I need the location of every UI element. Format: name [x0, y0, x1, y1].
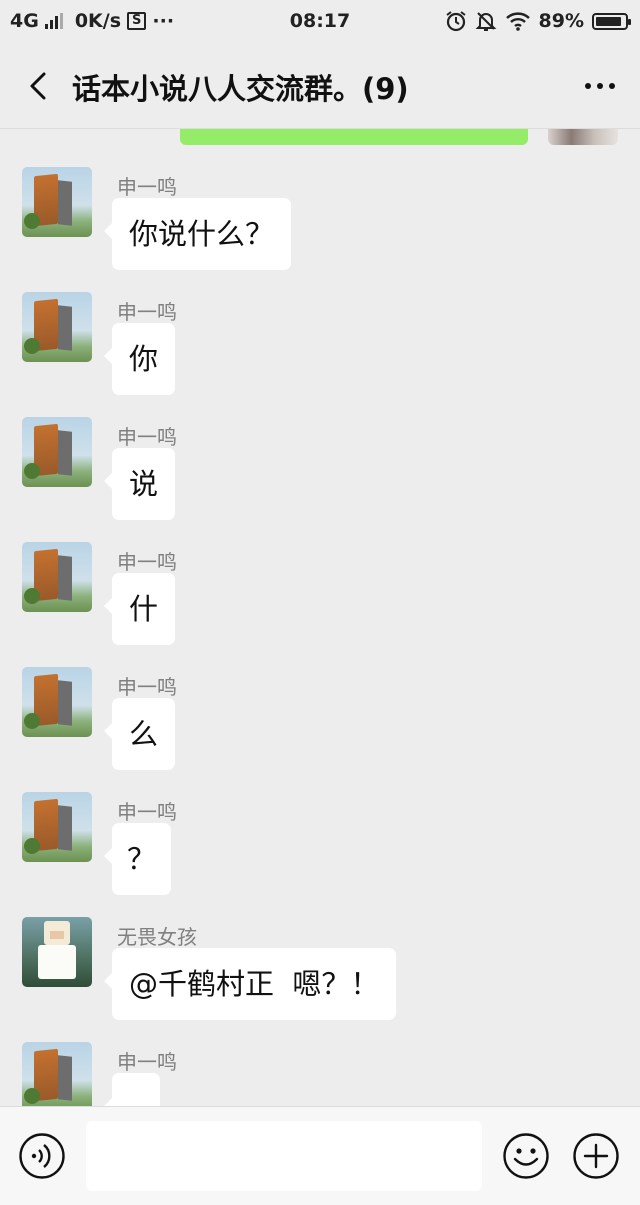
- avatar[interactable]: [22, 292, 92, 362]
- message-bubble[interactable]: @千鹤村正 嗯？！: [103, 948, 397, 1020]
- battery-percent: 89%: [538, 10, 584, 32]
- avatar[interactable]: [22, 542, 92, 612]
- chat-messages[interactable]: 申一鸣 你说什么？ 申一鸣 你 申一鸣 说 申一鸣 什 申一鸣 么 申一鸣 ？ …: [0, 129, 640, 1106]
- chat-header: 话本小说八人交流群。(9): [0, 44, 640, 129]
- avatar[interactable]: [22, 1042, 92, 1106]
- sender-name: 申一鸣: [117, 425, 177, 449]
- message-input[interactable]: [86, 1121, 482, 1191]
- sender-name: 申一鸣: [117, 300, 177, 324]
- bell-off-icon: [475, 12, 496, 31]
- sender-name: 申一鸣: [117, 175, 177, 199]
- avatar[interactable]: [22, 167, 92, 237]
- input-bar: [0, 1106, 640, 1205]
- message-bubble[interactable]: ？: [103, 823, 172, 895]
- message-bubble[interactable]: 什: [103, 573, 176, 645]
- status-bar: 4G 0K/s S ··· 08:17 89%: [0, 0, 640, 44]
- avatar[interactable]: [22, 917, 92, 987]
- battery-icon: [592, 12, 631, 30]
- voice-icon[interactable]: [18, 1132, 66, 1180]
- message-bubble[interactable]: 你: [103, 323, 176, 395]
- sender-name: 无畏女孩: [117, 925, 197, 949]
- message-bubble[interactable]: [104, 1073, 160, 1106]
- message-bubble[interactable]: 你说什么？: [103, 198, 292, 270]
- emoji-icon[interactable]: [502, 1132, 550, 1180]
- sender-name: 申一鸣: [117, 800, 177, 824]
- avatar[interactable]: [22, 667, 92, 737]
- outgoing-bubble-partial[interactable]: [180, 129, 528, 145]
- sender-name: 申一鸣: [117, 675, 177, 699]
- message-bubble[interactable]: 说: [103, 448, 176, 520]
- chat-title: 话本小说八人交流群。(9): [72, 72, 409, 106]
- sender-name: 申一鸣: [117, 550, 177, 574]
- avatar[interactable]: [22, 417, 92, 487]
- avatar[interactable]: [22, 792, 92, 862]
- alarm-icon: [445, 11, 466, 32]
- sender-name: 申一鸣: [117, 1050, 177, 1074]
- message-bubble[interactable]: 么: [103, 698, 176, 770]
- plus-icon[interactable]: [572, 1132, 620, 1180]
- wifi-icon: [505, 12, 530, 31]
- chevron-left-icon[interactable]: [22, 66, 62, 106]
- more-dots-icon[interactable]: [580, 70, 620, 102]
- self-avatar-partial[interactable]: [548, 129, 618, 145]
- battery-level: [596, 16, 621, 26]
- status-right: 89%: [445, 10, 631, 32]
